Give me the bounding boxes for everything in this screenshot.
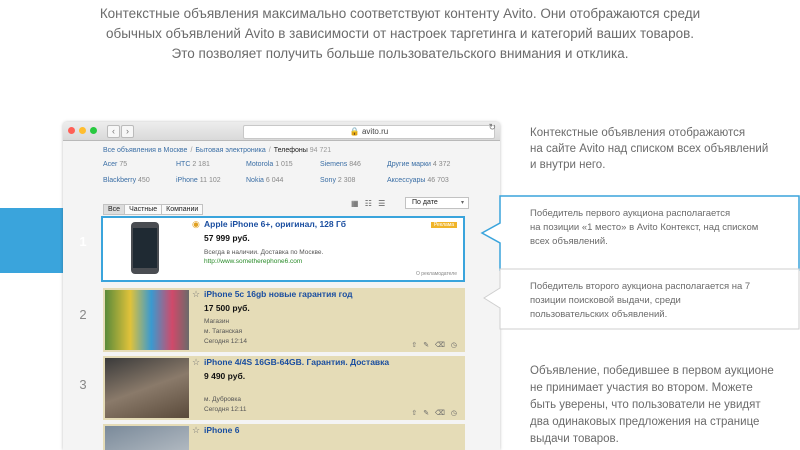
intro-line: Это позволяет получить больше пользовате… — [171, 46, 629, 61]
minimize-window-icon[interactable] — [79, 127, 86, 134]
category-link[interactable]: Motorola 1 015 — [246, 161, 293, 168]
category-link[interactable]: Siemens 846 — [320, 161, 361, 168]
filter-private-button[interactable]: Частные — [124, 204, 163, 215]
listing-price: 9 490 руб. — [204, 371, 246, 381]
category-link[interactable]: iPhone 11 102 — [176, 177, 221, 184]
auction-note: Объявление, победившее в первом аукционе… — [530, 365, 774, 445]
listing-price: 57 999 руб. — [204, 233, 250, 243]
listing-actions-icons[interactable]: ⇧ ✎ ⌫ ◷ — [411, 409, 459, 417]
breadcrumb-current: Телефоны — [273, 147, 308, 154]
listing-date: Сегодня 12:11 — [204, 406, 247, 413]
context-ad-listing[interactable]: ◉ Apple iPhone 6+, оригинал, 128 Гб 57 9… — [101, 216, 465, 282]
listing-photo[interactable] — [105, 290, 189, 350]
position-number-2: 2 — [79, 307, 87, 322]
category-link[interactable]: Другие марки 4 372 — [387, 161, 450, 168]
url-text: avito.ru — [361, 127, 389, 136]
breadcrumb: Все объявления в Москве / Бытовая электрон… — [103, 147, 332, 154]
intro-line: обычных объявлений Avito в зависимости о… — [105, 26, 695, 41]
category-link[interactable]: HTC 2 181 — [176, 161, 210, 168]
position-number-3: 3 — [79, 377, 87, 392]
view-mode-icons[interactable]: ▦ ☷ ☰ — [351, 199, 387, 208]
intro-text: Контекстные объявления максимально соотв… — [60, 4, 740, 64]
favorite-star-icon[interactable]: ☆ — [192, 357, 200, 368]
listing-title[interactable]: iPhone 4/4S 16GB-64GB. Гарантия. Доставк… — [204, 357, 389, 367]
listing-card[interactable]: ☆ iPhone 4/4S 16GB-64GB. Гарантия. Доста… — [103, 356, 465, 420]
breadcrumb-electronics[interactable]: Бытовая электроника — [195, 147, 265, 154]
listing-card[interactable]: ☆ iPhone 6 — [103, 424, 465, 450]
listing-photo[interactable] — [105, 426, 189, 450]
forward-button[interactable]: › — [121, 125, 134, 138]
listing-title[interactable]: Apple iPhone 6+, оригинал, 128 Гб — [204, 219, 346, 229]
breadcrumb-count: 94 721 — [309, 147, 332, 154]
close-window-icon[interactable] — [68, 127, 75, 134]
listing-title[interactable]: iPhone 6 — [204, 425, 239, 435]
metro-station: м. Таганская — [204, 328, 243, 335]
browser-toolbar: ‹ › 🔒 avito.ru ↻ — [63, 122, 500, 141]
listing-actions-icons[interactable]: ⇧ ✎ ⌫ ◷ — [411, 341, 459, 349]
ad-badge: Реклама — [430, 222, 457, 228]
sort-label: По дате — [412, 199, 438, 206]
listing-title[interactable]: iPhone 5c 16gb новые гарантия год — [204, 289, 353, 299]
listing-price: 17 500 руб. — [204, 303, 250, 313]
breadcrumb-all[interactable]: Все объявления в Москве — [103, 147, 187, 154]
listing-description: Всегда в наличии. Доставка по Москве. — [204, 249, 324, 256]
address-bar[interactable]: 🔒 avito.ru — [243, 125, 495, 139]
first-auction-callout: Победитель первого аукциона располагаетс… — [530, 208, 759, 247]
filter-companies-button[interactable]: Компании — [161, 204, 204, 215]
back-button[interactable]: ‹ — [107, 125, 120, 138]
listing-photo[interactable] — [105, 358, 189, 418]
context-description: Контекстные объявления отображаются на с… — [530, 127, 769, 171]
advertiser-info-link[interactable]: О рекламодателе — [416, 271, 457, 277]
category-link[interactable]: Acer 75 — [103, 161, 127, 168]
maximize-window-icon[interactable] — [90, 127, 97, 134]
favorite-star-icon[interactable]: ☆ — [192, 289, 200, 300]
chevron-down-icon: ▾ — [460, 200, 464, 206]
listing-photo[interactable] — [119, 220, 171, 280]
second-auction-callout: Победитель второго аукциона располагаетс… — [530, 281, 751, 320]
listing-card[interactable]: ☆ iPhone 5c 16gb новые гарантия год 17 5… — [103, 288, 465, 352]
listing-date: Сегодня 12:14 — [204, 338, 247, 345]
seller-type: Магазин — [204, 318, 230, 325]
intro-line: Контекстные объявления максимально соотв… — [99, 6, 701, 21]
filter-all-button[interactable]: Все — [103, 204, 126, 215]
category-link[interactable]: Аксессуары 46 703 — [387, 177, 449, 184]
position-number-1: 1 — [79, 234, 87, 249]
category-link[interactable]: Blackberry 450 — [103, 177, 150, 184]
reload-icon[interactable]: ↻ — [488, 122, 496, 133]
category-link[interactable]: Nokia 6 044 — [246, 177, 283, 184]
favorite-star-icon[interactable]: ☆ — [192, 425, 200, 436]
ad-marker-icon: ◉ — [192, 219, 200, 229]
category-link[interactable]: Sony 2 308 — [320, 177, 355, 184]
sort-select[interactable]: По дате ▾ — [405, 197, 469, 209]
seller-filter: Все Частные Компании — [103, 198, 204, 216]
metro-station: м. Дубровка — [204, 396, 241, 403]
listing-link[interactable]: http://www.sometherephone6.com — [204, 258, 302, 265]
